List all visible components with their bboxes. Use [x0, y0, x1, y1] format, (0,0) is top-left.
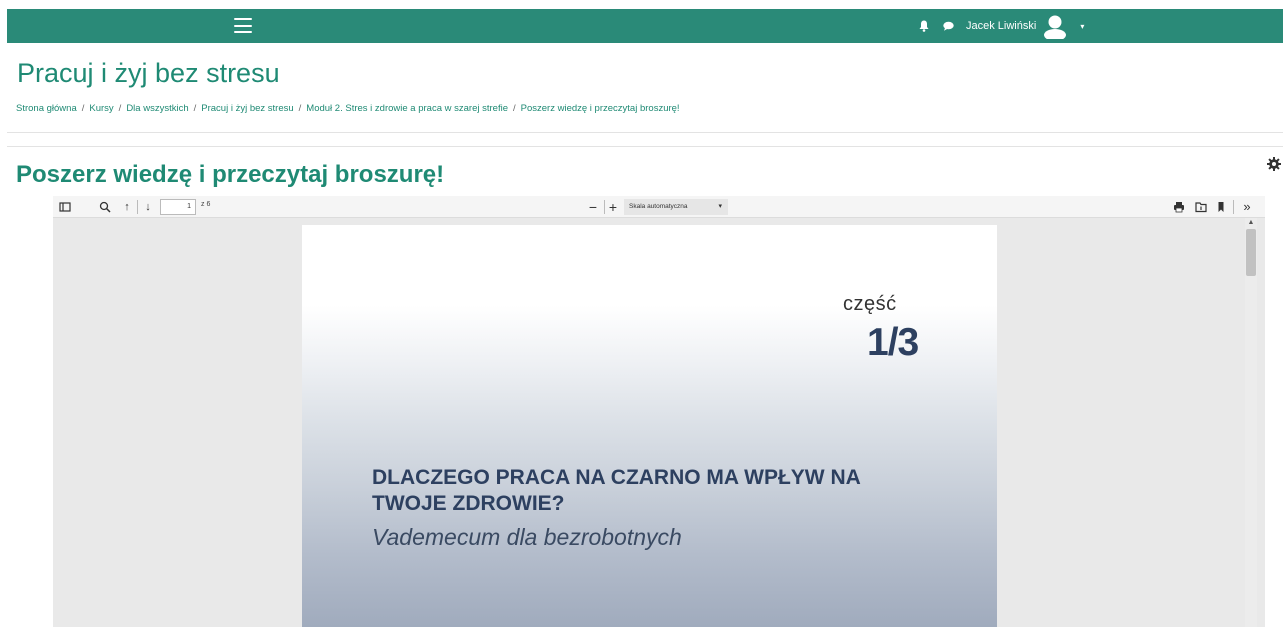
breadcrumb-item-category[interactable]: Dla wszystkich	[126, 103, 188, 114]
document-subtitle: Vademecum dla bezrobotnych	[372, 524, 682, 550]
breadcrumb-item-courses[interactable]: Kursy	[89, 103, 113, 114]
caret-down-icon[interactable]: ▾	[1080, 22, 1084, 31]
document-headline: DLACZEGO PRACA NA CZARNO MA WPŁYW NA TWO…	[372, 466, 861, 515]
page-title: Pracuj i żyj bez stresu	[17, 58, 280, 88]
part-label: część	[843, 293, 897, 315]
section-title: Poszerz wiedzę i przeczytaj broszurę!	[16, 161, 445, 188]
chat-icon[interactable]	[943, 21, 954, 31]
sidebar-toggle-icon[interactable]	[58, 200, 72, 214]
gear-icon[interactable]	[1267, 157, 1281, 171]
zoom-in-button[interactable]: +	[606, 200, 620, 214]
breadcrumb-separator: /	[193, 103, 197, 114]
zoom-select[interactable]: Skala automatyczna ▾	[624, 199, 728, 215]
page-count: z 6	[201, 201, 211, 208]
breadcrumb-separator: /	[81, 103, 85, 114]
breadcrumb-separator: /	[513, 103, 516, 114]
divider	[7, 132, 1283, 133]
toolbar-separator	[604, 200, 605, 214]
zoom-select-label: Skala automatyczna	[629, 203, 688, 210]
zoom-out-button[interactable]: −	[586, 200, 600, 214]
more-tools-icon[interactable]: »	[1240, 200, 1254, 214]
user-menu-area: Jacek Liwiński ▾	[919, 9, 1084, 43]
breadcrumb-separator: /	[298, 103, 302, 114]
toolbar-separator	[137, 200, 138, 214]
pdf-viewer: ↑ ↓ 1 z 6 − + Skala automatyczna ▾ » czę…	[53, 196, 1265, 627]
breadcrumb-item-current[interactable]: Poszerz wiedzę i przeczytaj broszurę!	[521, 103, 680, 114]
menu-icon[interactable]	[234, 18, 252, 33]
breadcrumb-item-home[interactable]: Strona główna	[16, 103, 77, 114]
search-icon[interactable]	[98, 200, 112, 214]
next-page-icon[interactable]: ↓	[141, 200, 155, 214]
chevron-down-icon: ▾	[718, 203, 722, 210]
print-icon[interactable]	[1172, 200, 1186, 214]
page-number-input[interactable]: 1	[160, 199, 196, 215]
previous-page-icon[interactable]: ↑	[120, 200, 134, 214]
breadcrumb-item-course[interactable]: Pracuj i żyj bez stresu	[201, 103, 293, 114]
divider	[7, 146, 1283, 147]
top-navbar: Jacek Liwiński ▾	[7, 9, 1283, 43]
breadcrumb: Strona główna / Kursy / Dla wszystkich / Pracu…	[16, 103, 680, 114]
scroll-up-icon[interactable]: ▲	[1246, 218, 1256, 228]
open-file-icon[interactable]	[1194, 200, 1208, 214]
bell-icon[interactable]	[919, 20, 929, 32]
breadcrumb-item-module[interactable]: Moduł 2. Stres i zdrowie a praca w szare…	[306, 103, 508, 114]
pdf-page: część 1/3 DLACZEGO PRACA NA CZARNO MA WP…	[302, 225, 997, 627]
scrollbar-track[interactable]	[1245, 218, 1257, 627]
toolbar-separator	[1233, 200, 1234, 214]
scrollbar-thumb[interactable]	[1246, 229, 1256, 276]
user-avatar-icon[interactable]	[1042, 13, 1068, 39]
bookmark-icon[interactable]	[1214, 200, 1228, 214]
pdf-toolbar: ↑ ↓ 1 z 6 − + Skala automatyczna ▾ »	[53, 196, 1265, 218]
user-name[interactable]: Jacek Liwiński	[966, 20, 1036, 32]
part-number: 1/3	[867, 321, 919, 364]
breadcrumb-separator: /	[118, 103, 122, 114]
